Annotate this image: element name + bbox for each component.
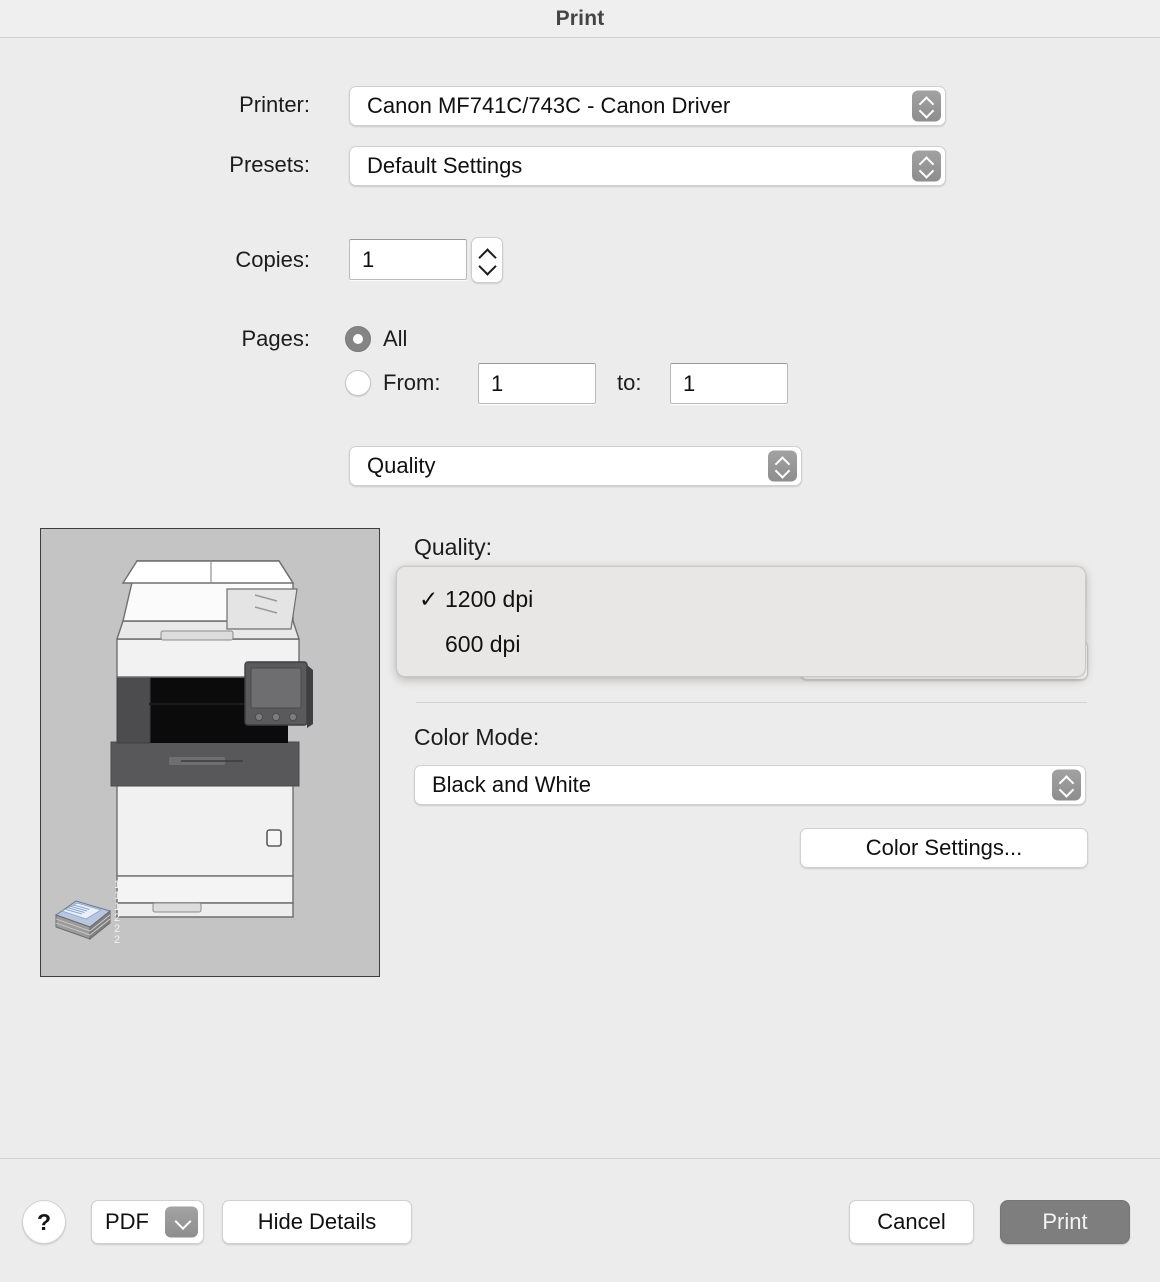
presets-label: Presets: (229, 152, 310, 177)
pages-from-input[interactable]: 1 (478, 363, 596, 404)
pages-all-radio[interactable] (345, 326, 371, 352)
menu-item-600dpi-label: 600 dpi (445, 631, 521, 657)
pages-to-label: to: (617, 370, 642, 395)
window-titlebar: Print (0, 0, 1160, 38)
color-mode-select-value: Black and White (432, 772, 591, 797)
chevron-down-icon[interactable] (165, 1206, 198, 1238)
pdf-button-label: PDF (105, 1209, 149, 1234)
color-mode-select-stepper-icon (1052, 769, 1081, 801)
pane-select[interactable]: Quality (349, 446, 802, 486)
color-mode-select[interactable]: Black and White (414, 765, 1086, 805)
printer-label: Printer: (239, 92, 310, 117)
print-button[interactable]: Print (1000, 1200, 1130, 1244)
menu-item-1200dpi-label: 1200 dpi (445, 586, 534, 612)
copies-input-value: 1 (362, 246, 375, 272)
hide-details-button[interactable]: Hide Details (222, 1200, 412, 1244)
section-divider (416, 702, 1087, 703)
pages-to-input[interactable]: 1 (670, 363, 788, 404)
color-mode-label: Color Mode: (414, 724, 540, 750)
preview-copy-numbers: 1 1 1 2 2 2 (113, 879, 121, 946)
copies-stepper[interactable] (471, 237, 503, 283)
page-title: Print (555, 6, 605, 30)
color-settings-button-label: Color Settings... (865, 835, 1023, 860)
pane-select-stepper-icon (768, 450, 797, 482)
pages-from-label[interactable]: From: (383, 370, 440, 396)
pages-to-value: 1 (683, 370, 696, 396)
bottom-bar-divider (0, 1158, 1160, 1159)
presets-select[interactable]: Default Settings (349, 146, 946, 186)
print-button-label: Print (1042, 1209, 1088, 1234)
printer-select[interactable]: Canon MF741C/743C - Canon Driver (349, 86, 946, 126)
pages-from-value: 1 (491, 370, 504, 396)
cancel-button[interactable]: Cancel (849, 1200, 974, 1244)
menu-item-600dpi[interactable]: 600 dpi (397, 622, 1085, 667)
pages-all-label[interactable]: All (383, 326, 407, 352)
pdf-button[interactable]: PDF (91, 1200, 204, 1244)
cancel-button-label: Cancel (877, 1209, 946, 1234)
menu-item-1200dpi[interactable]: ✓ 1200 dpi (397, 577, 1085, 622)
presets-select-value: Default Settings (367, 153, 523, 178)
print-preview: 1 1 1 2 2 2 (40, 528, 380, 977)
pane-select-value: Quality (367, 453, 436, 478)
pages-range-radio[interactable] (345, 370, 371, 396)
quality-dropdown-menu[interactable]: ✓ 1200 dpi 600 dpi (396, 566, 1086, 677)
quality-label: Quality: (414, 534, 492, 560)
copies-input[interactable]: 1 (349, 239, 467, 280)
paper-stack-icon (54, 900, 112, 941)
pages-label: Pages: (241, 326, 311, 351)
hide-details-button-label: Hide Details (257, 1209, 377, 1234)
check-icon: ✓ (419, 586, 439, 612)
help-button[interactable]: ? (22, 1200, 66, 1244)
chevron-down-icon[interactable] (480, 262, 495, 271)
color-settings-button[interactable]: Color Settings... (800, 828, 1088, 868)
help-button-label: ? (36, 1208, 52, 1235)
printer-select-stepper-icon (912, 90, 941, 122)
copies-label: Copies: (235, 247, 310, 272)
printer-select-value: Canon MF741C/743C - Canon Driver (367, 93, 731, 118)
presets-select-stepper-icon (912, 150, 941, 182)
